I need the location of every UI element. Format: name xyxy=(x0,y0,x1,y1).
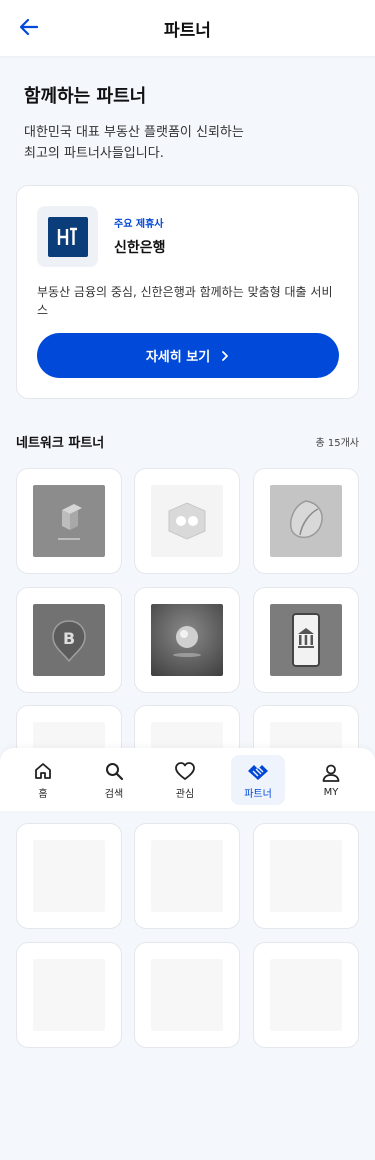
featured-logo xyxy=(37,206,98,267)
logo-placeholder xyxy=(33,959,105,1031)
featured-partner-name: 신한은행 xyxy=(114,240,166,256)
nav-label-favorites: 관심 xyxy=(175,788,195,800)
partner-tile[interactable] xyxy=(253,823,359,929)
intro-description: 대한민국 대표 부동산 플랫폼이 신뢰하는 최고의 파트너사들입니다. xyxy=(24,125,244,161)
featured-partner-card: 주요 제휴사 신한은행 부동산 금융의 중심, 신한은행과 함께하는 맞춤형 대… xyxy=(16,185,359,399)
mobile-bank-logo-icon xyxy=(270,604,342,676)
leaf-logo-icon xyxy=(270,485,342,557)
partner-tile[interactable] xyxy=(253,468,359,574)
logo-placeholder xyxy=(151,959,223,1031)
nav-label-partners: 파트너 xyxy=(244,788,272,800)
view-details-label: 자세히 보기 xyxy=(145,350,211,365)
bottom-navigation: 홈 검색 관심 파트너 MY xyxy=(0,748,375,811)
view-details-button[interactable]: 자세히 보기 xyxy=(37,333,339,378)
logo-placeholder xyxy=(151,840,223,912)
back-button[interactable] xyxy=(14,12,44,42)
nav-item-partners[interactable]: 파트너 xyxy=(231,755,285,805)
cube-logo-icon xyxy=(33,485,105,557)
partner-tile[interactable] xyxy=(253,942,359,1048)
sphere-logo-icon xyxy=(151,604,223,676)
nav-item-favorites[interactable]: 관심 xyxy=(158,755,212,805)
partner-tile[interactable] xyxy=(134,468,240,574)
home-icon xyxy=(35,762,51,779)
bank-logo-icon xyxy=(47,216,88,257)
svg-text:B: B xyxy=(63,629,75,648)
chevron-right-icon xyxy=(222,350,229,361)
partner-tile[interactable] xyxy=(134,823,240,929)
heart-icon xyxy=(175,761,195,780)
intro-title: 함께하는 파트너 xyxy=(24,86,147,107)
partner-tile[interactable] xyxy=(16,942,122,1048)
intro-section: 함께하는 파트너 대한민국 대표 부동산 플랫폼이 신뢰하는 최고의 파트너사들… xyxy=(24,82,354,164)
nav-item-my[interactable]: MY xyxy=(304,755,358,805)
arrow-left-icon xyxy=(19,18,39,36)
page-title: 파트너 xyxy=(164,20,211,41)
nav-label-search: 검색 xyxy=(104,788,124,800)
partner-tile[interactable] xyxy=(134,942,240,1048)
featured-tag: 주요 제휴사 xyxy=(114,219,164,230)
handshake-icon xyxy=(248,764,268,780)
partner-tile[interactable] xyxy=(134,587,240,693)
nav-item-home[interactable]: 홈 xyxy=(16,755,70,805)
partner-count: 총 15개사 xyxy=(315,438,359,449)
hexagon-logo-icon xyxy=(151,485,223,557)
partner-tile[interactable] xyxy=(253,587,359,693)
logo-placeholder xyxy=(270,959,342,1031)
search-icon xyxy=(106,762,124,780)
partner-tile[interactable] xyxy=(16,823,122,929)
b-pin-logo-icon: B xyxy=(33,604,105,676)
network-section-title: 네트워크 파트너 xyxy=(16,436,105,451)
nav-item-search[interactable]: 검색 xyxy=(87,755,141,805)
user-icon xyxy=(322,764,340,782)
logo-placeholder xyxy=(270,840,342,912)
partner-tile[interactable] xyxy=(16,468,122,574)
partner-tile[interactable]: B xyxy=(16,587,122,693)
nav-label-home: 홈 xyxy=(38,788,48,800)
logo-placeholder xyxy=(33,840,105,912)
nav-label-my: MY xyxy=(323,786,339,798)
featured-description: 부동산 금융의 중심, 신한은행과 함께하는 맞춤형 대출 서비스 xyxy=(37,285,333,317)
app-header: 파트너 xyxy=(0,0,375,56)
